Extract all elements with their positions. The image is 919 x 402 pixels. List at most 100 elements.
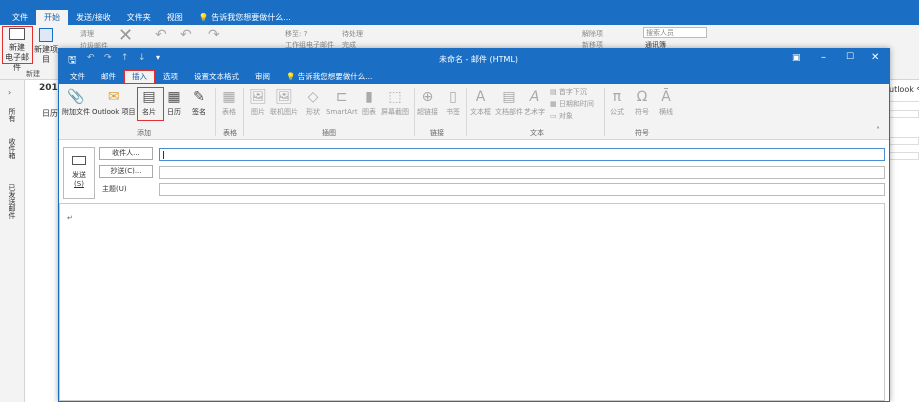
group-table-label: 表格 — [223, 129, 237, 137]
envelope-icon: ✉ — [107, 89, 120, 105]
bookmark-icon: ▯ — [449, 89, 457, 105]
reply-all-icon[interactable]: ↶ — [180, 27, 192, 43]
collapse-ribbon-icon[interactable]: ˄ — [876, 126, 880, 135]
compose-window-title: 未命名 - 邮件 (HTML) — [439, 55, 519, 64]
tab-options[interactable]: 选项 — [155, 70, 186, 84]
main-tellme[interactable]: 💡 告诉我您想要做什么... — [191, 10, 299, 25]
chart-icon: ▮ — [365, 89, 373, 105]
main-tab-folder[interactable]: 文件夹 — [119, 10, 159, 25]
nav-calendar-label[interactable]: 日历 — [42, 108, 58, 119]
to-button[interactable]: 收件人... — [99, 147, 153, 160]
paperclip-icon: 📎 — [67, 89, 85, 105]
main-tab-home[interactable]: 开始 — [36, 10, 68, 25]
send-label: 发送 — [72, 171, 86, 179]
close-icon[interactable]: ✕ — [871, 52, 879, 63]
search-people-input[interactable]: 搜索人员 — [643, 27, 707, 38]
calendar-icon: ▦ — [167, 89, 181, 105]
globe-icon: ⊕ — [421, 89, 434, 105]
to-input[interactable] — [159, 148, 885, 161]
tab-message[interactable]: 邮件 — [93, 70, 124, 84]
list-row — [889, 110, 919, 118]
main-tab-view[interactable]: 视图 — [159, 10, 191, 25]
signature-icon: ✎ — [193, 89, 205, 105]
main-tab-send-receive[interactable]: 发送/接收 — [68, 10, 119, 25]
outlook-item-button[interactable]: ✉ Outlook 项目 — [92, 88, 135, 117]
main-ribbon-tabs: 文件 开始 发送/接收 文件夹 视图 💡 告诉我您想要做什么... — [0, 9, 919, 25]
ribbon-display-icon[interactable]: ▣ — [792, 53, 801, 63]
hyperlink-button[interactable]: ⊕ 超链接 — [417, 88, 438, 117]
expand-chevron-icon[interactable]: › — [8, 88, 11, 97]
bookmark-button[interactable]: ▯ 书签 — [444, 88, 462, 117]
tab-insert[interactable]: 插入 — [124, 70, 155, 84]
forward-icon[interactable]: ↷ — [208, 27, 220, 43]
main-tab-file[interactable]: 文件 — [4, 10, 36, 25]
shapes-button[interactable]: ◇ 形状 — [304, 88, 322, 117]
ribbon-separator — [414, 88, 415, 136]
new-items-button[interactable]: 新建项目 — [33, 28, 59, 65]
unread-button[interactable]: 解除项 — [582, 29, 603, 39]
wordart-button[interactable]: A 艺术字 — [524, 88, 545, 117]
tab-format-text[interactable]: 设置文本格式 — [186, 70, 247, 84]
equation-button[interactable]: π 公式 — [608, 88, 626, 117]
cc-button[interactable]: 抄送(C)... — [99, 165, 153, 178]
dropcap-button[interactable]: ▤ 首字下沉 — [550, 88, 587, 97]
reply-icon[interactable]: ↶ — [155, 27, 167, 43]
undo-icon[interactable]: ↶ — [87, 53, 95, 63]
group-add-label: 添加 — [137, 129, 151, 137]
table-button[interactable]: ▦ 表格 — [220, 88, 238, 117]
online-picture-button[interactable]: 🖼 联机图片 — [270, 88, 298, 117]
send-button[interactable]: 发送 (S) — [63, 147, 95, 199]
folder-pane-collapsed: › 所有 收件箱 已发送邮件 — [0, 80, 25, 402]
folder-all[interactable]: 所有 — [7, 108, 17, 122]
symbol-button[interactable]: Ω 符号 — [633, 88, 651, 117]
attach-file-button[interactable]: 📎 附加文件 — [62, 88, 90, 117]
table-icon: ▦ — [222, 89, 236, 105]
tab-review[interactable]: 审阅 — [247, 70, 278, 84]
compose-tellme[interactable]: 💡 告诉我您想要做什么... — [278, 70, 380, 84]
to-manager-button[interactable]: 待处理 — [342, 29, 363, 39]
message-body[interactable]: ↵ — [59, 203, 885, 401]
tab-file[interactable]: 文件 — [62, 70, 93, 84]
datetime-icon: ▦ — [550, 100, 557, 108]
picture-icon: 🖼 — [249, 89, 267, 105]
ribbon-separator — [604, 88, 605, 136]
main-title-bar — [0, 0, 919, 9]
shapes-icon: ◇ — [307, 89, 319, 105]
object-button[interactable]: ▭ 对象 — [550, 112, 573, 121]
compose-ribbon-tabs: 文件 邮件 插入 选项 设置文本格式 审阅 💡 告诉我您想要做什么... — [59, 69, 889, 84]
clean-button[interactable]: 清理 — [80, 29, 94, 39]
group-text-label: 文本 — [530, 129, 544, 137]
maximize-icon[interactable]: ☐ — [846, 52, 854, 62]
calendar-button[interactable]: ▦ 日历 — [165, 88, 183, 117]
down-icon[interactable]: ↓ — [138, 53, 146, 63]
screenshot-button[interactable]: ⬚ 屏幕截图 — [381, 88, 409, 117]
redo-icon[interactable]: ↷ — [104, 53, 112, 63]
cc-input[interactable] — [159, 166, 885, 179]
text-cursor — [163, 151, 164, 159]
folder-inbox[interactable]: 收件箱 — [7, 138, 17, 159]
quickparts-button[interactable]: ▤ 文档部件 — [495, 88, 523, 117]
move-to-button[interactable]: 移至: ? — [285, 29, 307, 39]
minimize-icon[interactable]: – — [821, 52, 826, 63]
new-items-label: 新建项目 — [34, 45, 58, 64]
customize-qat-icon[interactable]: ▾ — [156, 53, 160, 62]
datetime-button[interactable]: ▦ 日期和时间 — [550, 100, 594, 109]
delete-icon[interactable]: ✕ — [118, 25, 133, 46]
compose-title-bar: 🖫 ↶ ↷ ↑ ↓ ▾ 未命名 - 邮件 (HTML) ▣ – ☐ ✕ — [59, 49, 889, 69]
save-icon[interactable]: 🖫 — [68, 53, 77, 70]
quickparts-icon: ▤ — [502, 89, 516, 105]
group-links-label: 链接 — [430, 129, 444, 137]
picture-button[interactable]: 🖼 图片 — [249, 88, 267, 117]
lightbulb-icon: 💡 — [198, 13, 209, 22]
signature-button[interactable]: ✎ 签名 — [190, 88, 208, 117]
online-picture-icon: 🖼 — [275, 89, 293, 105]
chart-button[interactable]: ▮ 图表 — [360, 88, 378, 117]
insert-ribbon: 📎 附加文件 ✉ Outlook 项目 ▤ 名片 ▦ 日历 ✎ 签名 添加 ▦ 表格 表格 … — [59, 84, 889, 140]
smartart-button[interactable]: ⊏ SmartArt — [326, 88, 358, 117]
up-icon[interactable]: ↑ — [121, 53, 129, 63]
subject-input[interactable] — [159, 183, 885, 196]
folder-sent[interactable]: 已发送邮件 — [7, 184, 17, 219]
hline-button[interactable]: Ā 横线 — [657, 88, 675, 117]
list-row — [889, 152, 919, 160]
textbox-button[interactable]: A 文本框 — [470, 88, 491, 117]
